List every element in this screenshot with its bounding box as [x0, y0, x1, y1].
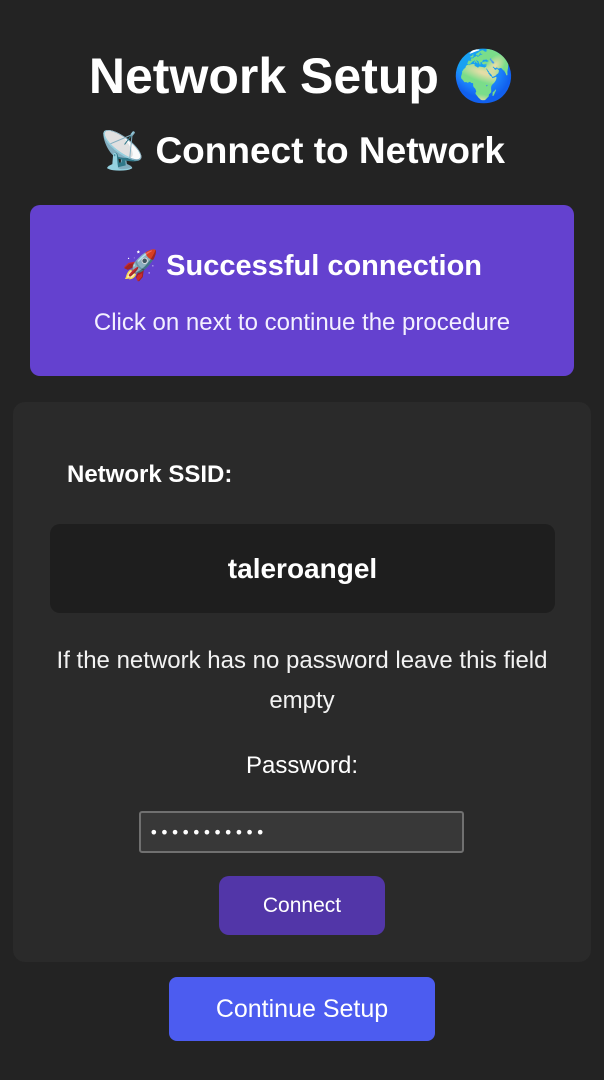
page-subtitle-text: Connect to Network [155, 130, 505, 171]
rocket-icon: 🚀 [121, 248, 159, 282]
page-title: Network Setup 🌍 [0, 40, 604, 112]
ssid-label: Network SSID: [67, 461, 233, 488]
password-field[interactable] [139, 811, 464, 853]
connect-button[interactable]: Connect [219, 876, 385, 935]
banner-message: Click on next to continue the procedure [93, 309, 511, 336]
satellite-antenna-icon: 📡 [99, 129, 146, 172]
ssid-value: taleroangel [227, 553, 378, 584]
network-setup-screen: Network Setup 🌍 📡 Connect to Network 🚀 S… [0, 0, 604, 1080]
continue-setup-button[interactable]: Continue Setup [169, 977, 435, 1041]
banner-title: 🚀 Successful connection [30, 245, 574, 286]
page-title-text: Network Setup [88, 48, 439, 104]
password-label: Password: [245, 752, 359, 779]
globe-icon: 🌍 [452, 47, 516, 105]
success-banner: 🚀 Successful connection Click on next to… [30, 205, 574, 376]
ssid-display: taleroangel [50, 524, 555, 613]
page-subtitle: 📡 Connect to Network [0, 122, 604, 180]
network-form-card: Network SSID: taleroangel If the network… [13, 402, 591, 962]
banner-title-text: Successful connection [166, 250, 483, 282]
password-hint: If the network has no password leave thi… [56, 647, 548, 714]
